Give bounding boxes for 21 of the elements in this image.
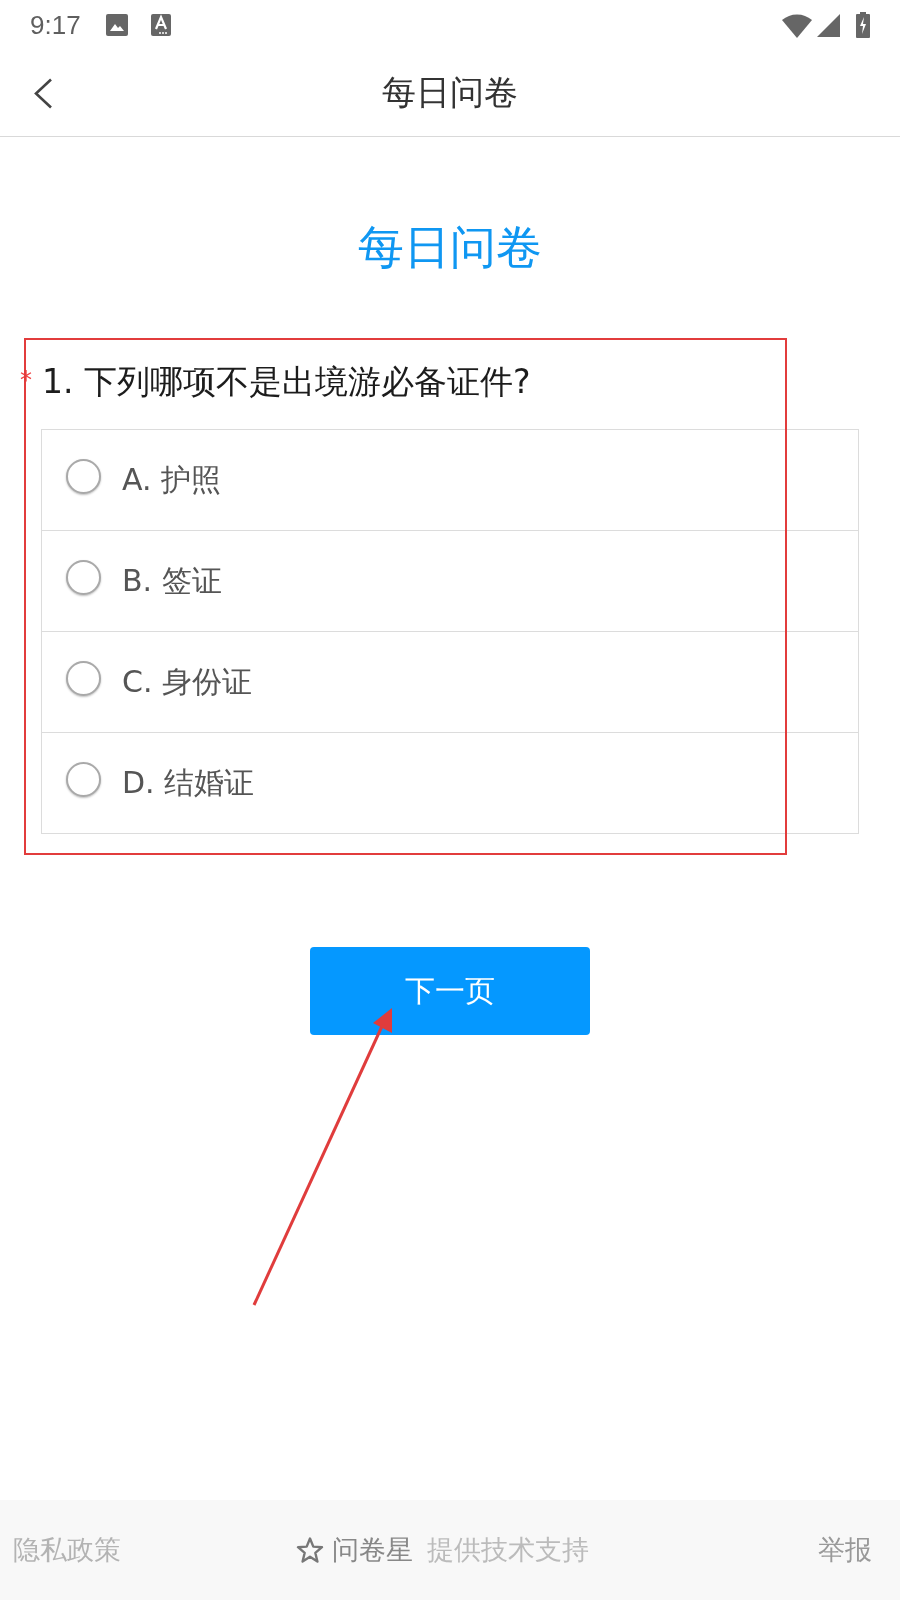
credit-text: 提供技术支持 xyxy=(427,1533,589,1567)
option-label: B. 签证 xyxy=(122,561,222,600)
option-label: C. 身份证 xyxy=(122,662,253,701)
signal-icon xyxy=(817,13,840,37)
image-icon xyxy=(105,14,128,36)
radio-button[interactable] xyxy=(66,559,101,595)
letter-a-icon xyxy=(150,14,171,36)
page-title: 每日问卷 xyxy=(382,71,518,114)
survey-heading: 每日问卷 xyxy=(358,219,542,276)
option-label: A. 护照 xyxy=(122,460,222,499)
option-label: D. 结婚证 xyxy=(122,763,255,802)
battery-charging-icon xyxy=(856,12,870,38)
star-icon xyxy=(296,1536,324,1564)
radio-button[interactable] xyxy=(66,458,101,494)
status-time: 9:17 xyxy=(30,9,81,41)
question-title: 1. 下列哪项不是出境游必备证件? xyxy=(42,360,531,403)
back-icon[interactable] xyxy=(33,77,53,109)
wifi-icon xyxy=(782,12,812,38)
radio-button[interactable] xyxy=(66,761,101,797)
brand-name: 问卷星 xyxy=(332,1533,413,1567)
radio-button[interactable] xyxy=(66,660,101,696)
